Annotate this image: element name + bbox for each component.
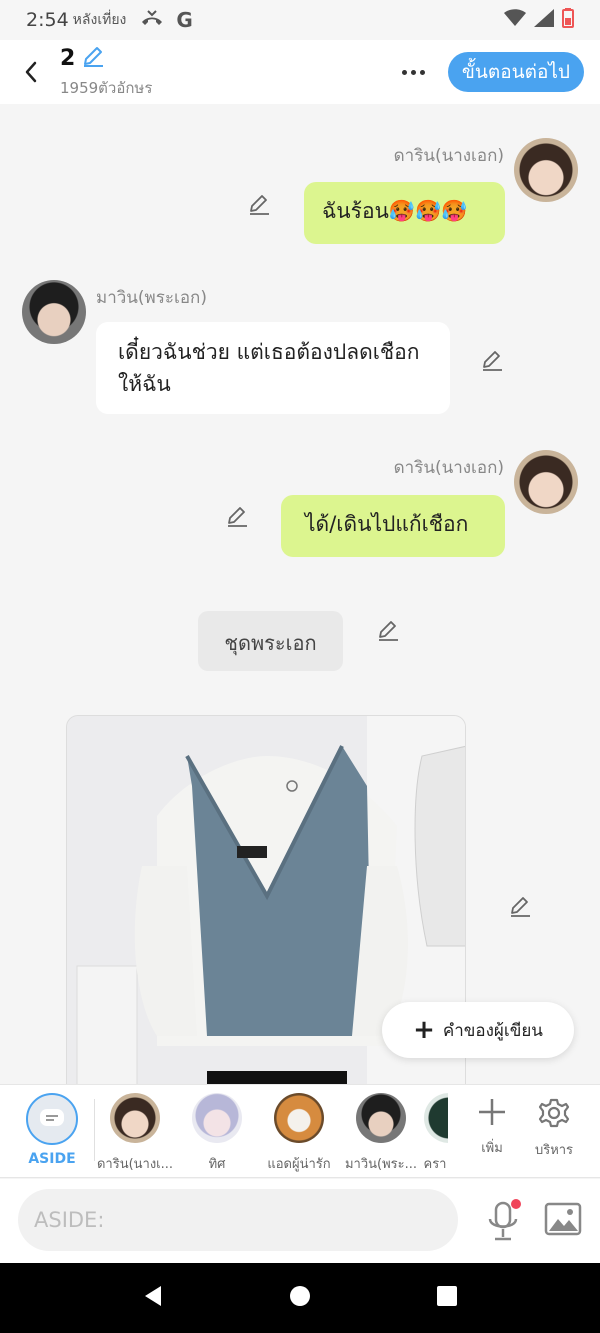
image-button[interactable] — [544, 1201, 584, 1241]
character-item[interactable]: ครา — [422, 1093, 448, 1174]
avatar — [110, 1093, 160, 1143]
add-label: เพิ่ม — [481, 1141, 503, 1156]
more-dot — [411, 69, 417, 75]
app-header: 2 1959ตัวอักษร ขั้นตอนต่อไป — [0, 40, 600, 104]
edit-narration-button[interactable] — [376, 618, 400, 642]
pencil-icon — [84, 47, 104, 67]
next-step-button[interactable]: ขั้นตอนต่อไป — [447, 52, 584, 92]
more-dot — [402, 69, 408, 75]
edit-title-button[interactable] — [81, 44, 105, 72]
signal-icon — [534, 9, 554, 31]
character-count: 1959ตัวอักษร — [60, 79, 153, 97]
pencil-icon — [483, 351, 502, 371]
missed-call-icon — [140, 9, 164, 31]
edit-message-button[interactable] — [480, 348, 504, 372]
chevron-left-icon — [25, 61, 37, 83]
nav-recents-button[interactable] — [435, 1284, 459, 1312]
message-bubble[interactable]: เดี๋ยวฉันช่วย แต่เธอต้องปลดเชือกให้ฉัน — [96, 322, 450, 414]
message-bubble[interactable]: ฉันร้อน🥵🥵🥵 — [304, 182, 505, 244]
circle-home-icon — [289, 1286, 310, 1306]
system-nav-bar — [0, 1263, 600, 1333]
avatar — [356, 1093, 406, 1143]
more-options-button[interactable] — [396, 54, 432, 90]
status-period: หลังเที่ยง — [72, 12, 127, 28]
chat-bubble-icon — [40, 1109, 64, 1126]
character-item[interactable]: ทิศ — [176, 1093, 258, 1174]
wifi-icon — [504, 9, 526, 31]
edit-message-button[interactable] — [225, 504, 249, 528]
character-item[interactable]: ดาริน(นางเ... — [94, 1093, 176, 1174]
aside-selector[interactable]: ASIDE — [24, 1093, 80, 1167]
pencil-icon — [379, 621, 398, 641]
pencil-icon — [250, 195, 269, 215]
image-icon — [544, 1202, 582, 1236]
avatar — [274, 1093, 324, 1143]
aside-avatar — [26, 1093, 78, 1145]
manage-characters-button[interactable]: บริหาร — [522, 1097, 586, 1160]
avatar[interactable] — [514, 138, 578, 202]
avatar[interactable] — [22, 280, 86, 344]
sender-name: มาวิน(พระเอก) — [96, 288, 207, 308]
edit-message-button[interactable] — [247, 192, 271, 216]
status-bar: 2:54 หลังเที่ยง G — [0, 0, 600, 40]
avatar — [192, 1093, 242, 1143]
plus-icon: + — [413, 1015, 435, 1045]
sender-name: ดาริน(นางเอก) — [393, 458, 504, 478]
mic-button[interactable] — [484, 1199, 522, 1243]
character-name: แอดผู้น่ารัก — [267, 1157, 331, 1172]
author-note-label: คำของผู้เขียน — [442, 1020, 543, 1041]
avatar[interactable] — [514, 450, 578, 514]
back-button[interactable] — [16, 52, 46, 92]
avatar — [424, 1093, 448, 1143]
status-time: 2:54 — [26, 9, 69, 31]
character-name: ครา — [423, 1157, 447, 1172]
input-row: ASIDE: — [0, 1179, 600, 1263]
plus-icon — [479, 1099, 505, 1125]
aside-label: ASIDE — [28, 1151, 76, 1167]
edit-photo-button[interactable] — [508, 894, 532, 918]
author-note-button[interactable]: + คำของผู้เขียน — [382, 1002, 574, 1058]
pencil-icon — [228, 507, 247, 527]
character-name: ดาริน(นางเ... — [96, 1157, 174, 1172]
page-title: 2 — [60, 45, 76, 71]
character-item[interactable]: แอดผู้น่ารัก — [258, 1093, 340, 1174]
narration-chip[interactable]: ชุดพระเอก — [198, 611, 343, 671]
triangle-back-icon — [145, 1286, 162, 1306]
gear-icon — [538, 1098, 570, 1128]
manage-label: บริหาร — [534, 1143, 574, 1158]
character-bar: ASIDE ดาริน(นางเ... ทิศ แอดผู้น่ารัก มาว… — [0, 1084, 600, 1178]
microphone-icon — [488, 1199, 521, 1241]
sender-name: ดาริน(นางเอก) — [393, 146, 504, 166]
character-name: มาวิน(พระ... — [344, 1157, 418, 1172]
nav-back-button[interactable] — [141, 1284, 165, 1312]
character-item[interactable]: มาวิน(พระ... — [340, 1093, 422, 1174]
pencil-icon — [511, 897, 530, 917]
square-recents-icon — [436, 1286, 457, 1306]
message-input[interactable]: ASIDE: — [18, 1189, 458, 1251]
more-dot — [420, 69, 426, 75]
chat-area: ดาริน(นางเอก) ฉันร้อน🥵🥵🥵 มาวิน(พระเอก) เ… — [0, 104, 600, 1084]
google-icon: G — [176, 8, 193, 32]
message-bubble[interactable]: ได้/เดินไปแก้เชือก — [281, 495, 505, 557]
add-character-button[interactable]: เพิ่ม — [460, 1097, 524, 1158]
nav-home-button[interactable] — [288, 1284, 312, 1312]
battery-icon — [562, 8, 574, 32]
character-name: ทิศ — [208, 1157, 226, 1172]
